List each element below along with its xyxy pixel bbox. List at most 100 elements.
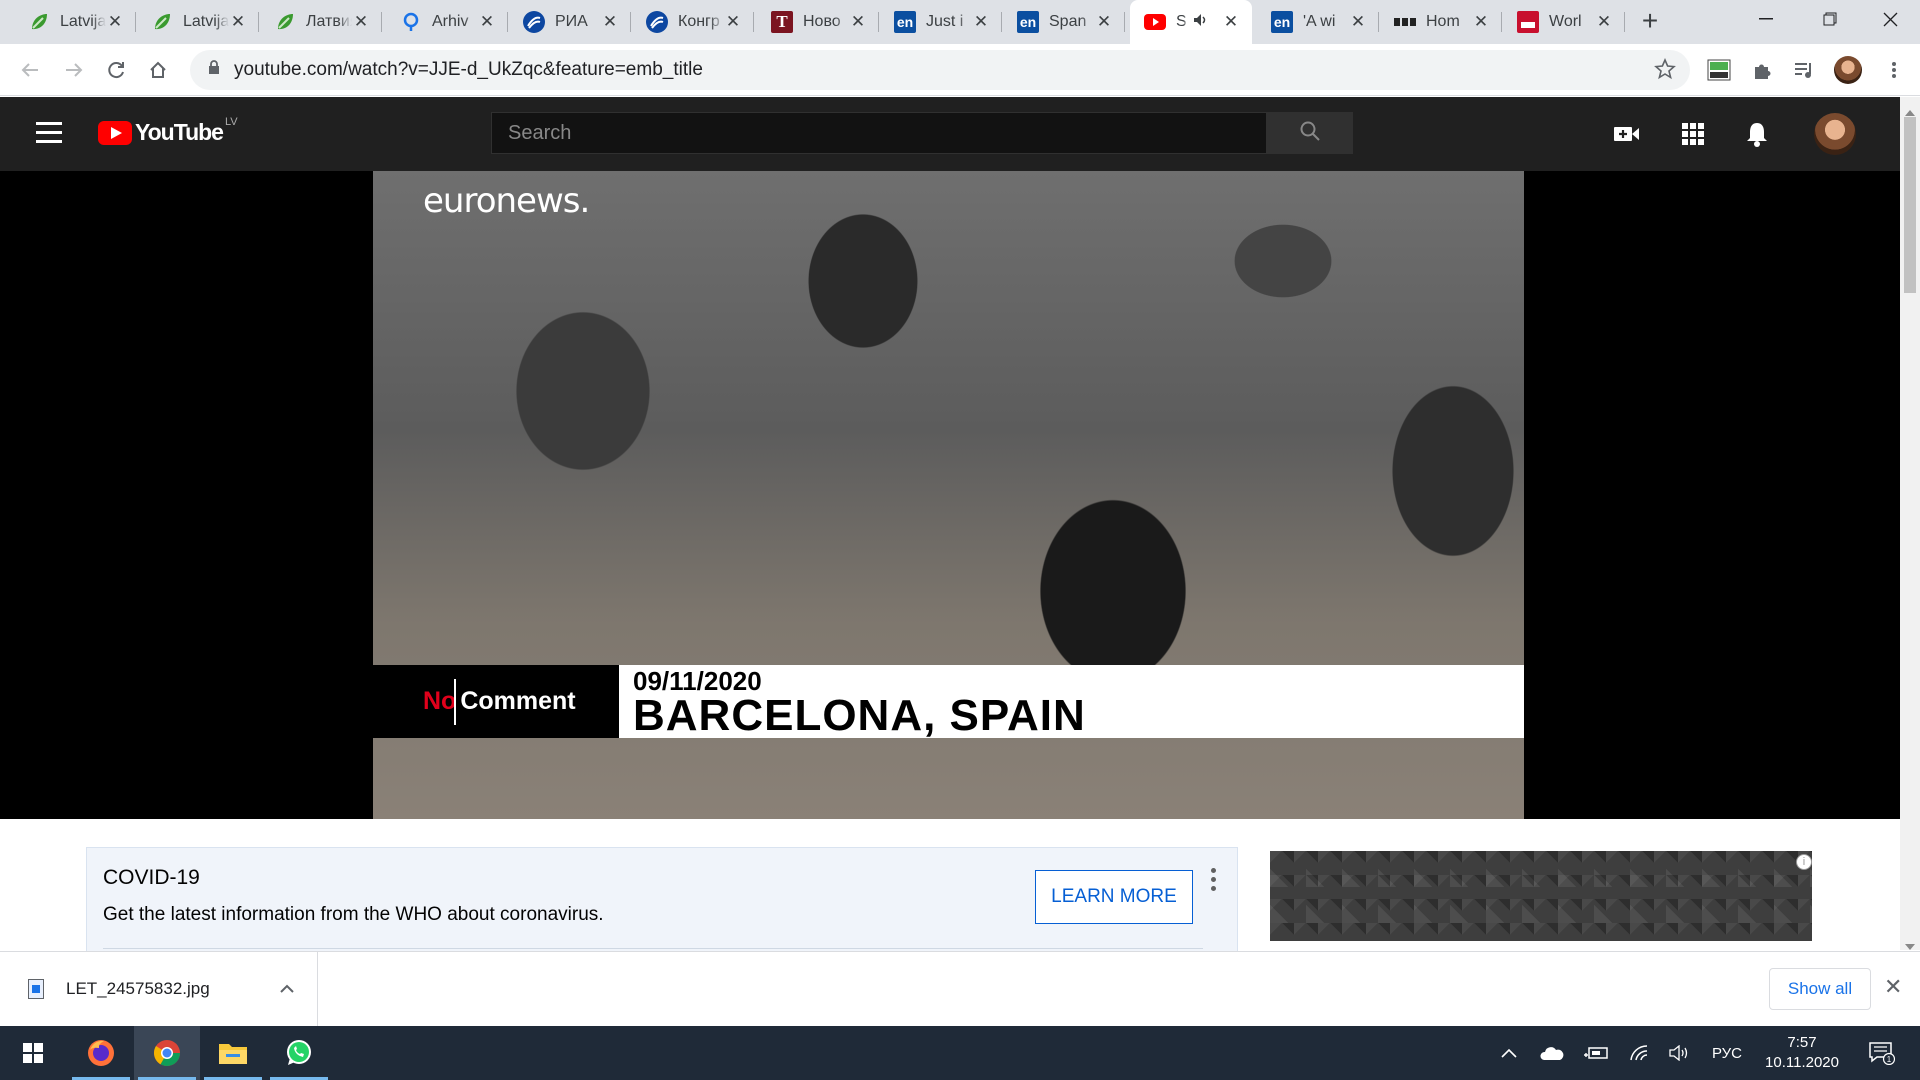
browser-tab[interactable]: en 'A wi ✕: [1257, 0, 1379, 44]
download-filename[interactable]: LET_24575832.jpg: [66, 979, 210, 999]
video-frame[interactable]: euronews. No Comment 09/11/2020 BARCELON…: [373, 171, 1524, 819]
action-center-icon[interactable]: 1: [1862, 1026, 1902, 1080]
close-shelf-icon[interactable]: ✕: [1884, 974, 1902, 1000]
browser-tab[interactable]: T Ново ✕: [757, 0, 879, 44]
news-extension-icon[interactable]: [1705, 56, 1733, 84]
volume-icon[interactable]: [1664, 1026, 1696, 1080]
new-tab-button[interactable]: +: [1634, 6, 1666, 38]
youtube-logo[interactable]: YouTube LV: [98, 116, 238, 146]
video-caption: 09/11/2020 BARCELONA, SPAIN: [619, 665, 1524, 738]
home-button[interactable]: [142, 54, 174, 86]
ria-icon: [523, 11, 545, 33]
sky-news-icon: [1517, 11, 1539, 33]
address-bar[interactable]: youtube.com/watch?v=JJE-d_UkZqc&feature=…: [190, 50, 1690, 90]
battery-icon[interactable]: [1580, 1026, 1612, 1080]
guide-menu-icon[interactable]: [36, 122, 62, 144]
tab-close-icon[interactable]: ✕: [1222, 12, 1240, 32]
browser-tab[interactable]: Latvija ✕: [14, 0, 136, 44]
create-video-icon[interactable]: [1612, 119, 1642, 149]
page-scrollbar[interactable]: [1900, 97, 1920, 950]
media-control-icon[interactable]: [1790, 56, 1818, 84]
euronews-logo: euronews.: [423, 181, 590, 221]
browser-tab[interactable]: Конгр ✕: [632, 0, 754, 44]
tab-close-icon[interactable]: ✕: [1349, 12, 1367, 32]
minimize-button[interactable]: [1734, 0, 1798, 38]
close-window-button[interactable]: [1858, 0, 1920, 38]
covid-title: COVID-19: [103, 866, 200, 889]
clock-time: 7:57: [1787, 1034, 1817, 1051]
bbc-icon: [1394, 11, 1416, 33]
lsm-leaf-icon: [28, 11, 50, 33]
browser-tab[interactable]: Латвия ✕: [260, 0, 382, 44]
youtube-masthead: YouTube LV Search: [0, 97, 1900, 171]
learn-more-button[interactable]: LEARN MORE: [1035, 870, 1193, 924]
tab-close-icon[interactable]: ✕: [478, 12, 496, 32]
whatsapp-icon[interactable]: [266, 1026, 332, 1080]
bookmark-star-icon[interactable]: [1654, 57, 1676, 85]
apps-grid-icon[interactable]: [1678, 119, 1708, 149]
show-all-button[interactable]: Show all: [1769, 968, 1871, 1010]
browser-tab[interactable]: en Span ✕: [1003, 0, 1125, 44]
chevron-up-icon[interactable]: [280, 980, 294, 996]
taskbar-clock[interactable]: 7:57 10.11.2020: [1752, 1033, 1852, 1073]
extensions-puzzle-icon[interactable]: [1748, 56, 1776, 84]
account-avatar[interactable]: [1814, 113, 1856, 155]
divider: [103, 948, 1203, 949]
image-file-icon: [28, 979, 44, 999]
map-pin-icon: [400, 11, 422, 33]
tab-close-icon[interactable]: ✕: [1472, 12, 1490, 32]
input-language-indicator[interactable]: РУС: [1706, 1026, 1748, 1080]
tab-close-icon[interactable]: ✕: [1595, 12, 1613, 32]
browser-menu-icon[interactable]: [1880, 56, 1908, 84]
file-explorer-icon[interactable]: [200, 1026, 266, 1080]
youtube-icon: [1144, 11, 1166, 33]
browser-tab[interactable]: Latvija ✕: [137, 0, 259, 44]
t-icon: T: [771, 11, 793, 33]
lock-icon[interactable]: [208, 60, 220, 80]
ad-banner[interactable]: [1270, 851, 1812, 941]
browser-tab-active[interactable]: S ✕: [1130, 0, 1252, 44]
browser-tab[interactable]: Arhiv ✕: [386, 0, 508, 44]
download-item[interactable]: LET_24575832.jpg: [0, 952, 318, 1026]
tab-close-icon[interactable]: ✕: [1095, 12, 1113, 32]
search-button[interactable]: [1267, 112, 1353, 154]
url-text[interactable]: youtube.com/watch?v=JJE-d_UkZqc&feature=…: [234, 59, 703, 81]
no-comment-logo: No Comment: [373, 665, 619, 738]
tab-close-icon[interactable]: ✕: [849, 12, 867, 32]
reload-button[interactable]: [100, 54, 132, 86]
start-button[interactable]: [0, 1026, 66, 1080]
chrome-icon[interactable]: [134, 1026, 200, 1080]
back-button[interactable]: [14, 54, 46, 86]
tab-close-icon[interactable]: ✕: [601, 12, 619, 32]
tab-close-icon[interactable]: ✕: [972, 12, 990, 32]
video-player[interactable]: euronews. No Comment 09/11/2020 BARCELON…: [0, 171, 1900, 819]
covid-text: Get the latest information from the WHO …: [103, 904, 604, 925]
firefox-icon[interactable]: [68, 1026, 134, 1080]
onedrive-cloud-icon[interactable]: [1536, 1026, 1568, 1080]
show-hidden-icons-chevron-icon[interactable]: [1494, 1026, 1524, 1080]
forward-button[interactable]: [58, 54, 90, 86]
ria-icon: [646, 11, 668, 33]
notifications-bell-icon[interactable]: [1742, 119, 1772, 149]
audio-playing-icon[interactable]: [1193, 13, 1222, 32]
search-input[interactable]: Search: [491, 112, 1267, 154]
tab-close-icon[interactable]: ✕: [724, 12, 742, 32]
lsm-leaf-icon: [274, 11, 296, 33]
tab-strip: Latvija ✕ Latvija ✕ Латвия ✕ Arhiv ✕ РИА…: [0, 0, 1920, 44]
restore-button[interactable]: [1798, 0, 1862, 38]
browser-tab[interactable]: Worl ✕: [1503, 0, 1625, 44]
clock-date: 10.11.2020: [1765, 1054, 1839, 1071]
browser-tab[interactable]: Hom ✕: [1380, 0, 1502, 44]
profile-avatar[interactable]: [1834, 56, 1862, 84]
wifi-icon[interactable]: [1624, 1026, 1656, 1080]
ad-info-icon[interactable]: i: [1796, 854, 1812, 870]
tab-close-icon[interactable]: ✕: [352, 12, 370, 32]
video-location: BARCELONA, SPAIN: [633, 691, 1086, 740]
browser-tab[interactable]: РИА ✕: [509, 0, 631, 44]
browser-tab[interactable]: en Just i ✕: [880, 0, 1002, 44]
tab-close-icon[interactable]: ✕: [229, 12, 247, 32]
tab-close-icon[interactable]: ✕: [106, 12, 124, 32]
scrollbar-thumb[interactable]: [1904, 117, 1916, 293]
more-options-icon[interactable]: [1211, 868, 1221, 895]
video-lower-third: No Comment 09/11/2020 BARCELONA, SPAIN: [373, 665, 1524, 738]
